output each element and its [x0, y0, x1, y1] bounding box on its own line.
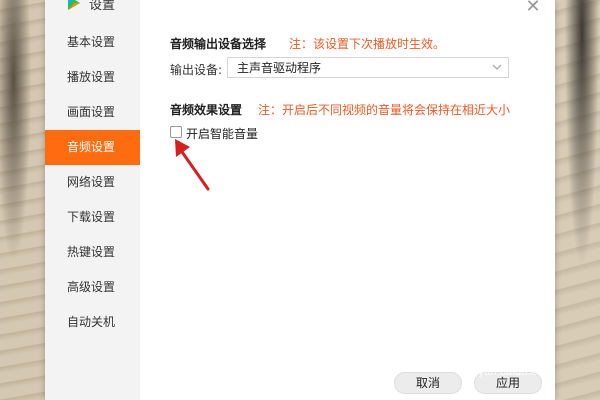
sidebar-item-audio[interactable]: 音频设置 [45, 130, 140, 165]
watermark-subtext: jingyan.baidu.com [460, 367, 553, 378]
window-title-text: 设置 [89, 0, 116, 13]
watermark-text: Bai 经验 [460, 342, 543, 366]
annotation-arrow-icon [175, 139, 210, 191]
sidebar-item-auto-shutdown[interactable]: 自动关机 [45, 305, 140, 340]
cancel-button[interactable]: 取消 [394, 372, 462, 394]
sidebar-item-picture[interactable]: 画面设置 [45, 95, 140, 130]
desktop-wallpaper-left [0, 0, 45, 400]
audio-effects-note: 注：开启后不同视频的音量将会保持在相近大小 [258, 103, 511, 117]
output-device-value: 主声音驱动程序 [237, 61, 322, 75]
sidebar-item-hotkey[interactable]: 热键设置 [45, 235, 140, 270]
chevron-down-icon [492, 64, 502, 70]
close-icon[interactable]: ✕ [523, 0, 543, 16]
baidu-jingyan-watermark: Bai 经验 jingyan.baidu.com [460, 338, 600, 394]
sidebar-item-download[interactable]: 下载设置 [45, 200, 140, 235]
sidebar-item-playback[interactable]: 播放设置 [45, 60, 140, 95]
output-device-label: 输出设备: [170, 63, 223, 77]
audio-output-title: 音频输出设备选择 [170, 37, 267, 51]
sidebar-item-advanced[interactable]: 高级设置 [45, 270, 140, 305]
sidebar-item-network[interactable]: 网络设置 [45, 165, 140, 200]
app-logo-icon [68, 0, 80, 10]
output-device-select[interactable]: 主声音驱动程序 [227, 57, 509, 78]
window-title: 设置 [65, 0, 116, 13]
settings-sidebar: 设置 基本设置 播放设置 画面设置 音频设置 网络设置 下载设置 热键设置 高级… [45, 0, 140, 400]
sidebar-item-basic[interactable]: 基本设置 [45, 25, 140, 60]
audio-output-note: 注：该设置下次播放时生效。 [289, 37, 446, 51]
audio-effects-title: 音频效果设置 [170, 103, 243, 117]
